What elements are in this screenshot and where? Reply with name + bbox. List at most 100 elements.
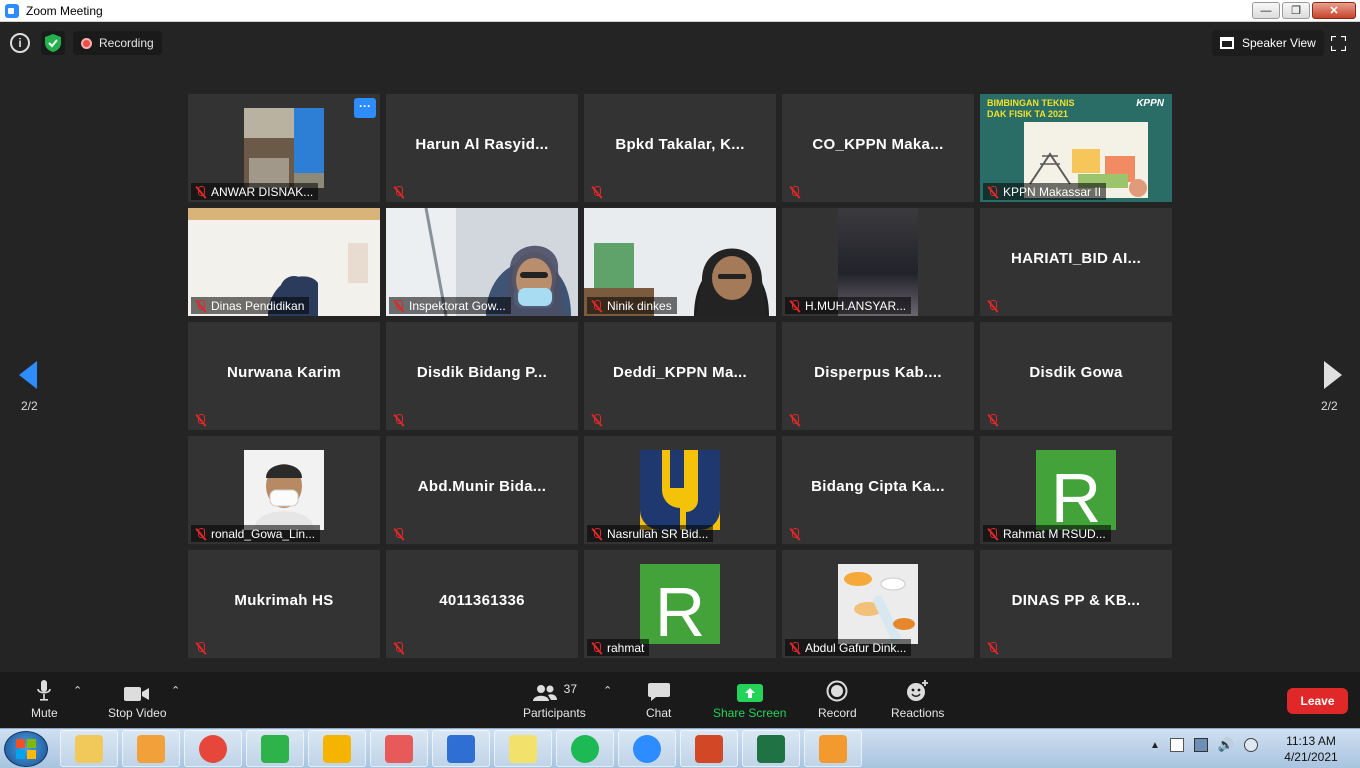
- participants-caret-icon[interactable]: ⌃: [603, 684, 612, 697]
- leave-button[interactable]: Leave: [1287, 688, 1348, 714]
- audio-options-caret-icon[interactable]: ⌃: [73, 684, 82, 697]
- svg-text:R: R: [655, 573, 706, 644]
- mic-muted-icon: [195, 185, 207, 198]
- participant-tile[interactable]: Rrahmat: [584, 550, 776, 658]
- reactions-button[interactable]: Reactions: [891, 680, 944, 720]
- participant-label: Ninik dinkes: [587, 297, 677, 314]
- participant-label: [191, 411, 212, 428]
- participant-tile[interactable]: H.MUH.ANSYAR...: [782, 208, 974, 316]
- taskbar-app-app-s[interactable]: [308, 730, 366, 767]
- record-button[interactable]: Record: [818, 680, 857, 720]
- taskbar-app-zoom[interactable]: [618, 730, 676, 767]
- stop-video-label: Stop Video: [108, 706, 167, 720]
- action-center-flag-icon[interactable]: [1169, 738, 1184, 752]
- show-hidden-icons-icon[interactable]: ▲: [1150, 740, 1160, 751]
- excel-icon: [757, 734, 785, 763]
- participant-tile[interactable]: ronald_Gowa_Lin...: [188, 436, 380, 544]
- taskbar-app-spotify[interactable]: [556, 730, 614, 767]
- taskbar-app-chrome[interactable]: [184, 730, 242, 767]
- previous-page-arrow-icon[interactable]: [19, 361, 37, 389]
- windows-taskbar: ▲ 🔊 11:13 AM 4/21/2021: [0, 728, 1360, 768]
- participant-tile[interactable]: Bpkd Takalar, K...: [584, 94, 776, 202]
- taskbar-app-sticky-notes[interactable]: [494, 730, 552, 767]
- participant-tile[interactable]: ANWAR DISNAK... ···: [188, 94, 380, 202]
- page-indicator-left: 2/2: [21, 399, 38, 413]
- info-icon[interactable]: i: [10, 33, 30, 53]
- participant-tile[interactable]: Nasrullah SR Bid...: [584, 436, 776, 544]
- participant-tile[interactable]: Disdik Gowa: [980, 322, 1172, 430]
- participant-label: Inspektorat Gow...: [389, 297, 511, 314]
- taskbar-app-snipping-tool[interactable]: [370, 730, 428, 767]
- participant-tile[interactable]: Nurwana Karim: [188, 322, 380, 430]
- taskbar-app-explorer[interactable]: [60, 730, 118, 767]
- taskbar-app-app-green[interactable]: [246, 730, 304, 767]
- window-titlebar: Zoom Meeting — ❐ ✕: [0, 0, 1360, 22]
- participant-tile[interactable]: CO_KPPN Maka...: [782, 94, 974, 202]
- participant-tile[interactable]: Disperpus Kab....: [782, 322, 974, 430]
- participant-display-name: ronald_Gowa_Lin...: [211, 526, 316, 541]
- reactions-label: Reactions: [891, 706, 945, 720]
- taskbar-app-media-player[interactable]: [122, 730, 180, 767]
- participant-name: 4011361336: [439, 592, 525, 609]
- participant-tile[interactable]: Harun Al Rasyid...: [386, 94, 578, 202]
- participant-display-name: Inspektorat Gow...: [409, 298, 506, 313]
- chat-button[interactable]: Chat: [646, 680, 671, 720]
- taskbar-app-powerpoint[interactable]: [680, 730, 738, 767]
- taskbar-app-pdf[interactable]: [804, 730, 862, 767]
- share-screen-label: Share Screen: [713, 706, 787, 720]
- participant-label: H.MUH.ANSYAR...: [785, 297, 912, 314]
- mic-muted-icon: [393, 413, 405, 426]
- stop-video-button[interactable]: Stop Video: [108, 680, 167, 720]
- spotify-icon: [571, 734, 599, 763]
- chat-bubble-icon: [647, 683, 670, 701]
- meeting-topbar: i Recording Speaker View: [0, 23, 1360, 63]
- more-options-icon[interactable]: ···: [354, 98, 376, 118]
- zoom-app-icon: [5, 3, 19, 18]
- start-button[interactable]: [4, 731, 48, 767]
- participant-tile[interactable]: HARIATI_BID AI...: [980, 208, 1172, 316]
- participant-tile[interactable]: Abdul Gafur Dink...: [782, 550, 974, 658]
- speaker-view-button[interactable]: Speaker View: [1212, 30, 1324, 56]
- participant-tile[interactable]: DINAS PP & KB...: [980, 550, 1172, 658]
- mute-button[interactable]: Mute: [31, 680, 58, 720]
- mic-muted-icon: [591, 413, 603, 426]
- taskbar-clock[interactable]: 11:13 AM 4/21/2021: [1276, 733, 1346, 765]
- participant-tile[interactable]: Deddi_KPPN Ma...: [584, 322, 776, 430]
- taskbar-app-excel[interactable]: [742, 730, 800, 767]
- participant-tile[interactable]: Bidang Cipta Ka...: [782, 436, 974, 544]
- minimize-button[interactable]: —: [1252, 2, 1280, 19]
- share-screen-button[interactable]: Share Screen: [713, 680, 786, 720]
- mic-muted-icon: [591, 185, 603, 198]
- cloud-sync-icon[interactable]: [1244, 738, 1259, 752]
- mic-muted-icon: [195, 641, 207, 654]
- fullscreen-icon[interactable]: [1331, 36, 1346, 51]
- participant-tile[interactable]: Disdik Bidang P...: [386, 322, 578, 430]
- participant-tile[interactable]: R Rahmat M RSUD...: [980, 436, 1172, 544]
- participants-button[interactable]: 37 Participants: [523, 680, 586, 720]
- network-icon[interactable]: [1193, 738, 1208, 752]
- restore-button[interactable]: ❐: [1282, 2, 1310, 19]
- recording-indicator[interactable]: Recording: [73, 31, 162, 55]
- window-controls: — ❐ ✕: [1252, 2, 1356, 19]
- participant-name: HARIATI_BID AI...: [1010, 250, 1142, 267]
- participant-tile[interactable]: 4011361336: [386, 550, 578, 658]
- participant-tile[interactable]: BIMBINGAN TEKNIS DAK FISIK TA 2021 KPPN KPP…: [980, 94, 1172, 202]
- volume-icon[interactable]: 🔊: [1218, 737, 1234, 753]
- security-shield-icon[interactable]: [41, 31, 65, 55]
- close-button[interactable]: ✕: [1312, 2, 1356, 19]
- next-page-arrow-icon[interactable]: [1324, 361, 1342, 389]
- participant-count: 37: [563, 682, 578, 696]
- participants-icon: [532, 685, 557, 701]
- video-options-caret-icon[interactable]: ⌃: [171, 684, 180, 697]
- participant-tile[interactable]: Inspektorat Gow...: [386, 208, 578, 316]
- participant-tile[interactable]: Dinas Pendidikan: [188, 208, 380, 316]
- taskbar-app-app-layers[interactable]: [432, 730, 490, 767]
- participant-label: [191, 639, 212, 656]
- media-player-icon: [137, 734, 165, 763]
- participant-tile[interactable]: Mukrimah HS: [188, 550, 380, 658]
- participant-name: DINAS PP & KB...: [1011, 592, 1141, 609]
- participant-tile[interactable]: Abd.Munir Bida...: [386, 436, 578, 544]
- participant-tile[interactable]: Ninik dinkes: [584, 208, 776, 316]
- participant-name: Abd.Munir Bida...: [417, 478, 547, 495]
- participant-name: CO_KPPN Maka...: [812, 136, 944, 153]
